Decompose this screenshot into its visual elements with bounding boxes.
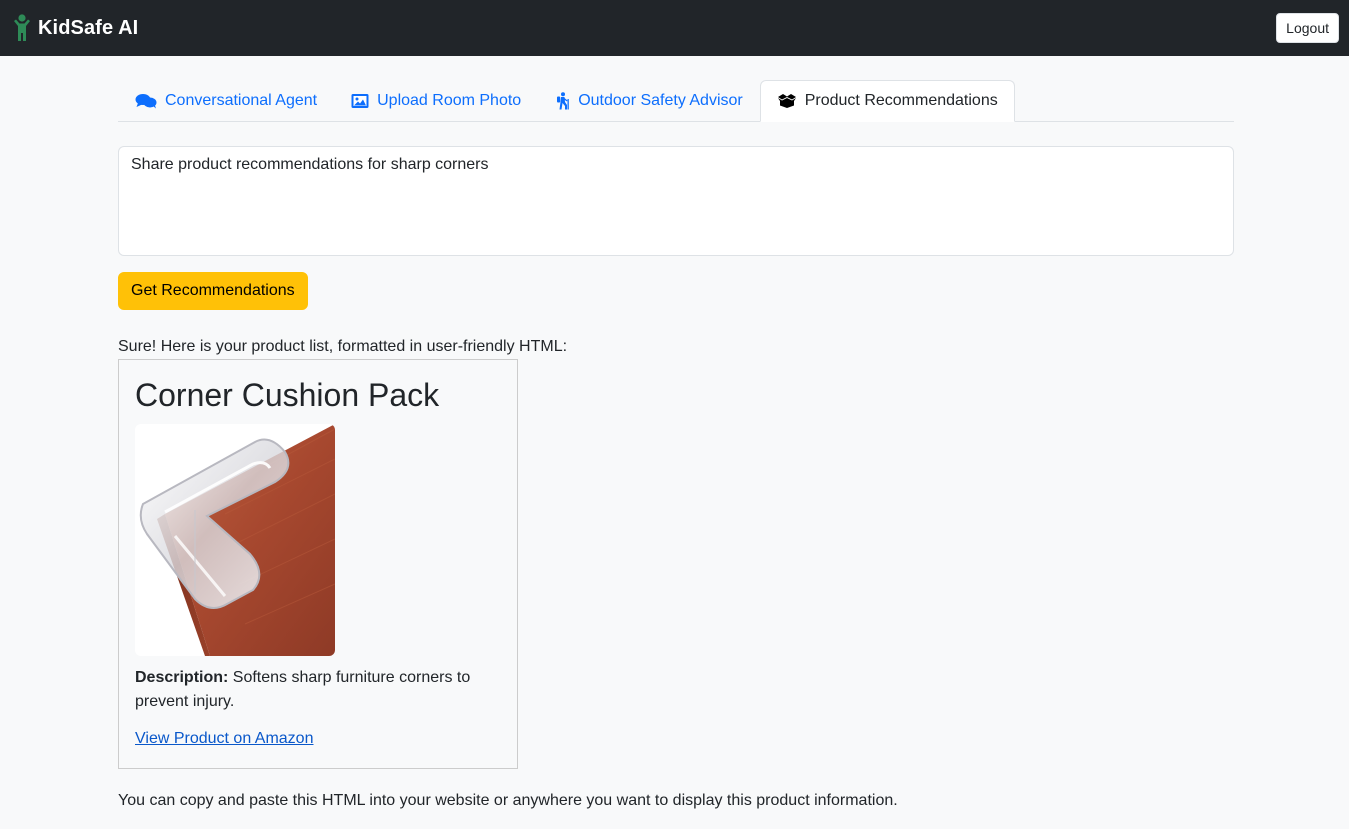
hiking-icon (557, 92, 570, 110)
brand[interactable]: KidSafe AI (12, 14, 138, 42)
brand-name: KidSafe AI (38, 16, 139, 39)
product-card: Corner Cushion Pack Description: Softens… (118, 359, 518, 769)
response-intro: Sure! Here is your product list, formatt… (118, 338, 568, 355)
tab-upload-room-photo[interactable]: Upload Room Photo (334, 80, 538, 122)
tab-label: Upload Room Photo (377, 92, 522, 109)
corner-cushion-illustration (135, 424, 335, 656)
product-image (135, 424, 335, 656)
logout-button[interactable]: Logout (1276, 13, 1339, 43)
tab-bar: Conversational Agent Upload Room Photo O… (118, 80, 1234, 122)
view-product-link[interactable]: View Product on Amazon (135, 730, 313, 748)
main-content: Conversational Agent Upload Room Photo O… (118, 80, 1234, 811)
image-icon (351, 94, 369, 108)
product-description: Description: Softens sharp furniture cor… (135, 666, 501, 714)
recommendation-prompt-input[interactable]: Share product recommendations for sharp … (118, 146, 1234, 256)
tab-label: Product Recommendations (804, 92, 998, 109)
description-label: Description: (135, 669, 229, 686)
box-open-icon (777, 94, 796, 108)
tab-label: Outdoor Safety Advisor (578, 92, 743, 109)
top-navbar: KidSafe AI Logout (0, 0, 1349, 56)
child-icon (14, 14, 30, 41)
response-outro: You can copy and paste this HTML into yo… (118, 792, 898, 809)
tab-product-recommendations[interactable]: Product Recommendations (759, 80, 1015, 122)
comments-icon (135, 94, 157, 109)
tab-conversational-agent[interactable]: Conversational Agent (118, 80, 334, 122)
product-title: Corner Cushion Pack (135, 377, 440, 413)
tab-outdoor-safety-advisor[interactable]: Outdoor Safety Advisor (538, 80, 760, 122)
get-recommendations-button[interactable]: Get Recommendations (118, 272, 308, 310)
tab-label: Conversational Agent (165, 92, 318, 109)
